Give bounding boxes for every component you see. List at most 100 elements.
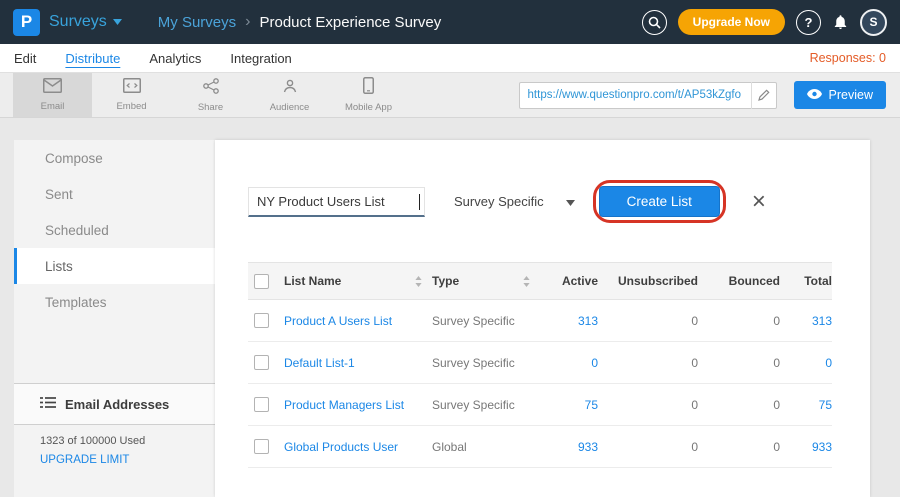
total-count[interactable]: 313	[780, 314, 832, 328]
top-bar: P Surveys My Surveys › Product Experienc…	[0, 0, 900, 44]
mobile-app-icon	[363, 77, 374, 99]
list-type-select[interactable]: Survey Specific	[454, 194, 575, 209]
email-usage-text: 1323 of 100000 Used	[14, 425, 215, 450]
tab-distribute[interactable]: Distribute	[65, 51, 120, 66]
active-count[interactable]: 933	[540, 440, 598, 454]
audience-icon	[282, 78, 298, 99]
sort-icon[interactable]	[523, 276, 530, 287]
list-name-link[interactable]: Global Products User	[284, 440, 432, 454]
toolbar-item-audience[interactable]: Audience	[250, 73, 329, 117]
list-type-value: Survey Specific	[432, 356, 540, 370]
row-checkbox[interactable]	[254, 397, 269, 412]
toolbar-item-label: Mobile App	[345, 102, 392, 113]
survey-nav-bar: Edit Distribute Analytics Integration Re…	[0, 44, 900, 73]
list-type-value: Survey Specific	[432, 398, 540, 412]
toolbar-item-label: Embed	[116, 101, 146, 112]
table-row: Product A Users List Survey Specific 313…	[248, 300, 832, 342]
row-checkbox[interactable]	[254, 313, 269, 328]
upgrade-limit-link[interactable]: UPGRADE LIMIT	[14, 454, 129, 466]
bell-icon[interactable]	[832, 13, 849, 31]
chevron-down-icon[interactable]	[113, 19, 122, 25]
toolbar-item-label: Share	[198, 102, 223, 113]
embed-icon	[123, 78, 141, 98]
toolbar-item-email[interactable]: Email	[13, 73, 92, 117]
survey-url-field-wrap	[519, 82, 777, 109]
table-row: Global Products User Global 933 0 0 933	[248, 426, 832, 468]
upgrade-now-button[interactable]: Upgrade Now	[678, 9, 785, 35]
sidebar-item-templates[interactable]: Templates	[14, 284, 215, 320]
questionpro-logo[interactable]: P	[13, 9, 40, 36]
list-name-link[interactable]: Product A Users List	[284, 314, 432, 328]
row-checkbox[interactable]	[254, 439, 269, 454]
header-active: Active	[540, 274, 598, 288]
breadcrumb: My Surveys › Product Experience Survey	[158, 13, 441, 31]
survey-url-input[interactable]	[519, 82, 777, 109]
toolbar-item-mobile-app[interactable]: Mobile App	[329, 73, 408, 117]
list-type-value: Global	[432, 440, 540, 454]
sidebar-item-sent[interactable]: Sent	[14, 176, 215, 212]
close-icon[interactable]: ×	[752, 190, 766, 214]
active-count[interactable]: 75	[540, 398, 598, 412]
select-all-checkbox[interactable]	[254, 274, 269, 289]
row-checkbox[interactable]	[254, 355, 269, 370]
lists-panel: Survey Specific Create List × List Name	[215, 140, 870, 497]
breadcrumb-separator: ›	[245, 13, 250, 31]
distribute-toolbar: Email Embed Share Audience Mobile App	[0, 73, 900, 118]
active-count[interactable]: 313	[540, 314, 598, 328]
unsubscribed-count: 0	[598, 440, 698, 454]
unsubscribed-count: 0	[598, 398, 698, 412]
tab-edit[interactable]: Edit	[14, 51, 36, 66]
sidebar-item-lists[interactable]: Lists	[14, 248, 215, 284]
row-check-cell	[248, 313, 284, 328]
sidebar-item-scheduled[interactable]: Scheduled	[14, 212, 215, 248]
share-icon	[203, 78, 219, 99]
header-type[interactable]: Type	[432, 274, 540, 288]
breadcrumb-current-survey: Product Experience Survey	[259, 14, 441, 31]
content-area: Compose Sent Scheduled Lists Templates E…	[0, 118, 900, 497]
email-sidebar: Compose Sent Scheduled Lists Templates E…	[14, 140, 215, 497]
toolbar-right-group: Preview	[519, 73, 886, 117]
sidebar-item-compose[interactable]: Compose	[14, 140, 215, 176]
toolbar-item-embed[interactable]: Embed	[92, 73, 171, 117]
total-count[interactable]: 933	[780, 440, 832, 454]
header-list-name[interactable]: List Name	[284, 274, 432, 288]
bounced-count: 0	[698, 314, 780, 328]
total-count[interactable]: 75	[780, 398, 832, 412]
lists-table: List Name Type Active Unsubscribed Bounc…	[248, 262, 832, 468]
list-name-link[interactable]: Default List-1	[284, 356, 432, 370]
sort-icon[interactable]	[415, 276, 422, 287]
list-name-link[interactable]: Product Managers List	[284, 398, 432, 412]
responses-count[interactable]: Responses: 0	[810, 51, 886, 65]
header-unsubscribed: Unsubscribed	[598, 274, 698, 288]
bounced-count: 0	[698, 440, 780, 454]
table-row: Default List-1 Survey Specific 0 0 0 0	[248, 342, 832, 384]
preview-button[interactable]: Preview	[794, 81, 886, 109]
total-count[interactable]: 0	[780, 356, 832, 370]
email-addresses-title: Email Addresses	[65, 397, 169, 412]
bounced-count: 0	[698, 398, 780, 412]
edit-pencil-icon[interactable]	[751, 82, 777, 109]
table-row: Product Managers List Survey Specific 75…	[248, 384, 832, 426]
tab-integration[interactable]: Integration	[230, 51, 291, 66]
breadcrumb-my-surveys[interactable]: My Surveys	[158, 14, 236, 31]
email-addresses-header: Email Addresses	[14, 383, 215, 425]
active-count[interactable]: 0	[540, 356, 598, 370]
header-bounced: Bounced	[698, 274, 780, 288]
help-icon[interactable]: ?	[796, 10, 821, 35]
row-check-cell	[248, 355, 284, 370]
text-cursor	[419, 194, 420, 210]
table-header-row: List Name Type Active Unsubscribed Bounc…	[248, 262, 832, 300]
row-check-cell	[248, 397, 284, 412]
tab-analytics[interactable]: Analytics	[149, 51, 201, 66]
app-window: P Surveys My Surveys › Product Experienc…	[0, 0, 900, 497]
create-list-button[interactable]: Create List	[599, 186, 720, 217]
list-name-input[interactable]	[248, 187, 425, 217]
toolbar-item-share[interactable]: Share	[171, 73, 250, 117]
row-check-cell	[248, 439, 284, 454]
list-type-value: Survey Specific	[432, 314, 540, 328]
select-all-cell	[248, 274, 284, 289]
search-icon[interactable]	[642, 10, 667, 35]
list-type-select-value: Survey Specific	[454, 194, 544, 209]
avatar[interactable]: S	[860, 9, 887, 36]
product-switcher[interactable]: Surveys	[49, 13, 107, 31]
